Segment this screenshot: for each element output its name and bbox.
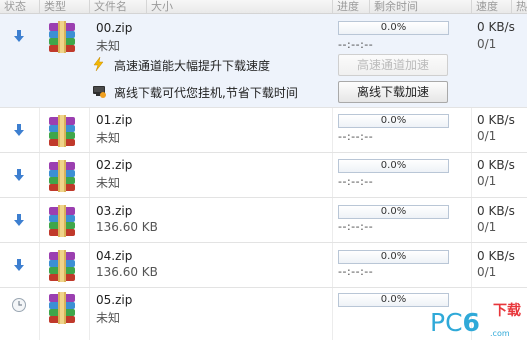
high-speed-accelerate-button[interactable]: 高速通道加速	[338, 54, 448, 76]
column-size[interactable]: 大小	[146, 0, 332, 13]
download-arrow-icon	[14, 214, 24, 226]
zip-archive-icon	[49, 160, 75, 192]
download-speed: 0 KB/s	[477, 249, 515, 263]
progress-text: 0.0%	[380, 22, 407, 33]
watermark-main: PC6	[430, 308, 480, 337]
file-name: 01.zip	[96, 113, 133, 127]
progress-bar: 0.0%	[338, 159, 449, 173]
watermark-six: 6	[462, 308, 480, 337]
connections: 0/1	[477, 37, 497, 51]
clock-waiting-icon	[12, 298, 26, 312]
connections: 0/1	[477, 174, 497, 188]
connections: 0/1	[477, 129, 497, 143]
zip-archive-icon	[49, 21, 75, 53]
download-speed: 0 KB/s	[477, 113, 515, 127]
file-size: 136.60 KB	[96, 220, 158, 234]
download-row-04[interactable]: 04.zip 136.60 KB 0.0% --:--:-- 0 KB/s 0/…	[0, 243, 527, 288]
download-speed: 0 KB/s	[477, 158, 515, 172]
progress-bar: 0.0%	[338, 250, 449, 264]
file-size: 未知	[96, 311, 121, 325]
pc6-watermark-logo: PC6 下载 .com	[430, 300, 527, 340]
zip-archive-icon	[49, 250, 75, 282]
file-name: 03.zip	[96, 204, 133, 218]
file-name: 02.zip	[96, 158, 133, 172]
connections: 0/1	[477, 220, 497, 234]
remaining-time: --:--:--	[338, 38, 374, 51]
remaining-time: --:--:--	[338, 175, 374, 188]
column-header: 状态 类型 文件名 大小 进度 剩余时间 速度 热	[0, 0, 527, 14]
column-status[interactable]: 状态	[0, 0, 39, 13]
connections: 0/1	[477, 265, 497, 279]
column-type[interactable]: 类型	[39, 0, 89, 13]
zip-archive-icon	[49, 205, 75, 237]
lightning-icon	[93, 57, 104, 71]
column-remaining[interactable]: 剩余时间	[369, 0, 471, 13]
download-arrow-icon	[14, 259, 24, 271]
column-progress[interactable]: 进度	[332, 0, 369, 13]
remaining-time: --:--:--	[338, 130, 374, 143]
zip-archive-icon	[49, 115, 75, 147]
watermark-pc: PC	[430, 308, 463, 337]
progress-text: 0.0%	[380, 115, 407, 126]
progress-text: 0.0%	[380, 251, 407, 262]
download-row-02[interactable]: 02.zip 未知 0.0% --:--:-- 0 KB/s 0/1	[0, 153, 527, 198]
remaining-time: --:--:--	[338, 220, 374, 233]
file-name: 04.zip	[96, 249, 133, 263]
progress-bar: 0.0%	[338, 21, 449, 35]
high-speed-promo-text: 高速通道能大幅提升下载速度	[114, 59, 271, 73]
file-name: 00.zip	[96, 21, 133, 35]
progress-bar: 0.0%	[338, 114, 449, 128]
offline-promo-text: 离线下载可代您挂机,节省下载时间	[114, 86, 298, 100]
download-arrow-icon	[14, 30, 24, 42]
progress-text: 0.0%	[380, 206, 407, 217]
progress-bar: 0.0%	[338, 205, 449, 219]
offline-download-icon	[93, 86, 106, 98]
zip-archive-icon	[49, 292, 75, 324]
file-size: 未知	[96, 39, 121, 53]
watermark-url: .com	[490, 329, 510, 338]
offline-accelerate-button[interactable]: 离线下载加速	[338, 81, 448, 103]
download-row-00[interactable]: 00.zip 未知 0.0% --:--:-- 0 KB/s 0/1 高速通道能…	[0, 14, 527, 108]
remaining-time: --:--:--	[338, 265, 374, 278]
column-filename[interactable]: 文件名	[89, 0, 146, 13]
download-speed: 0 KB/s	[477, 20, 515, 34]
download-arrow-icon	[14, 124, 24, 136]
download-row-03[interactable]: 03.zip 136.60 KB 0.0% --:--:-- 0 KB/s 0/…	[0, 198, 527, 243]
file-size: 未知	[96, 131, 121, 145]
download-row-01[interactable]: 01.zip 未知 0.0% --:--:-- 0 KB/s 0/1	[0, 108, 527, 153]
file-size: 未知	[96, 176, 121, 190]
file-size: 136.60 KB	[96, 265, 158, 279]
file-name: 05.zip	[96, 293, 133, 307]
column-hot[interactable]: 热	[511, 0, 527, 13]
column-speed[interactable]: 速度	[471, 0, 511, 13]
watermark-sub: 下载	[493, 303, 521, 319]
progress-text: 0.0%	[380, 160, 407, 171]
download-speed: 0 KB/s	[477, 204, 515, 218]
download-arrow-icon	[14, 169, 24, 181]
